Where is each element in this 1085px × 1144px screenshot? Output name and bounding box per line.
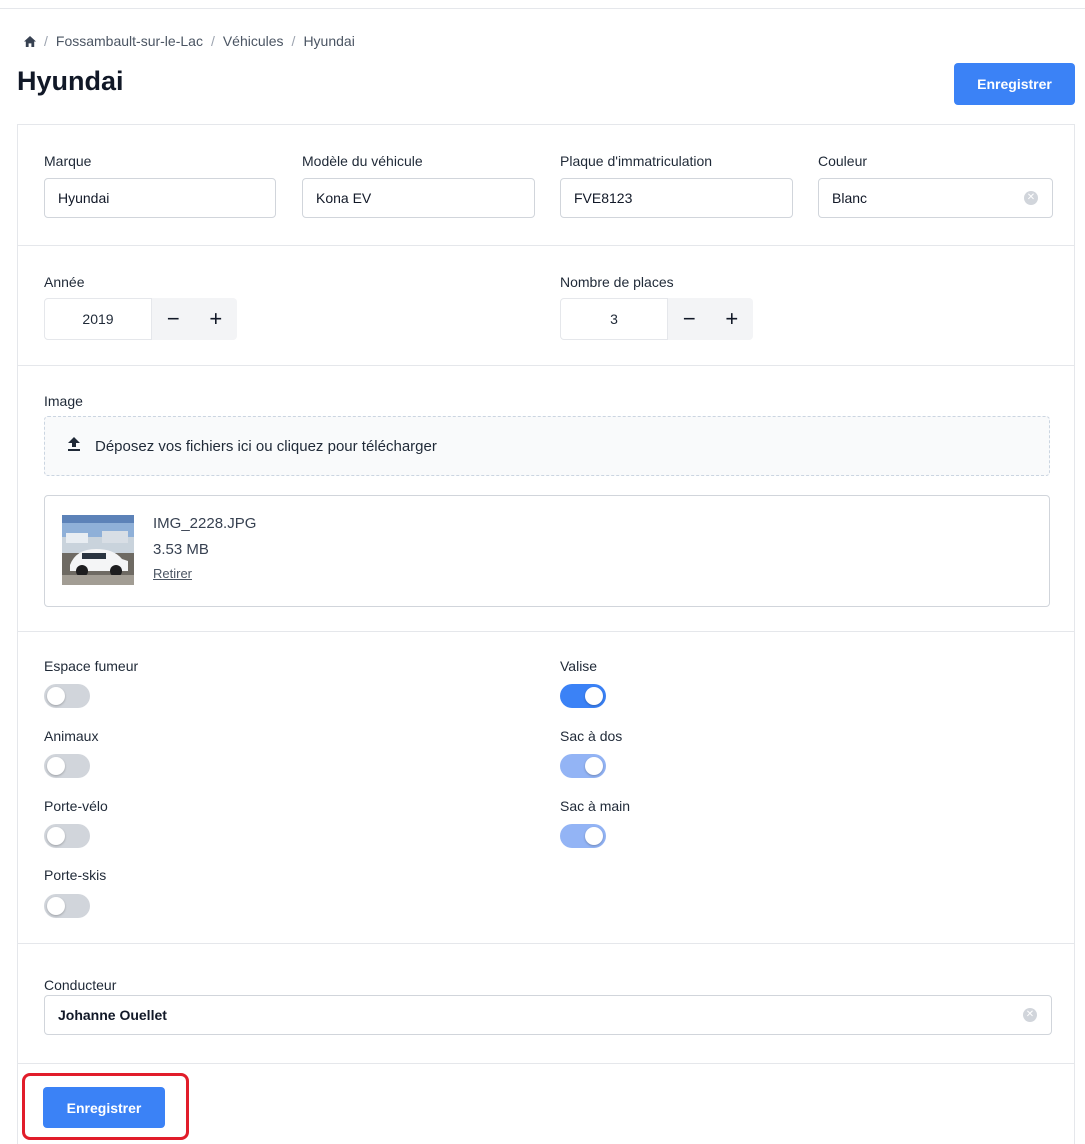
file-size: 3.53 MB: [153, 541, 209, 558]
brand-input[interactable]: Hyundai: [44, 178, 276, 218]
image-section: Image Déposez vos fichiers ici ou clique…: [18, 366, 1074, 632]
save-button-top[interactable]: Enregistrer: [954, 63, 1075, 105]
seats-label: Nombre de places: [560, 274, 674, 290]
plate-label: Plaque d'immatriculation: [560, 153, 713, 169]
suitcase-toggle[interactable]: [560, 684, 606, 708]
driver-section: Conducteur Johanne Ouellet ✕: [18, 944, 1074, 1064]
breadcrumb-separator: /: [44, 33, 48, 49]
dropzone-text: Déposez vos fichiers ici ou cliquez pour…: [95, 437, 437, 455]
breadcrumb-item-vehicles[interactable]: Véhicules: [223, 33, 284, 49]
year-seats-section: Année 2019 − + Nombre de places 3 − +: [18, 246, 1074, 366]
driver-select[interactable]: Johanne Ouellet ✕: [44, 995, 1052, 1035]
ski-rack-label: Porte-skis: [44, 867, 107, 883]
driver-select-value: Johanne Ouellet: [58, 1007, 167, 1023]
pets-label: Animaux: [44, 728, 99, 744]
model-label: Modèle du véhicule: [302, 153, 423, 169]
smoking-toggle[interactable]: [44, 684, 90, 708]
model-input[interactable]: Kona EV: [302, 178, 535, 218]
color-select[interactable]: Blanc ✕: [818, 178, 1053, 218]
home-icon[interactable]: [24, 35, 36, 47]
handbag-label: Sac à main: [560, 798, 631, 814]
vehicle-form-card: Marque Hyundai Modèle du véhicule Kona E…: [17, 124, 1075, 1144]
year-increment-button[interactable]: +: [209, 308, 222, 330]
seats-stepper: 3 − +: [560, 298, 753, 340]
remove-file-link[interactable]: Retirer: [153, 566, 192, 581]
color-label: Couleur: [818, 153, 868, 169]
image-label: Image: [44, 393, 83, 409]
save-button-bottom[interactable]: Enregistrer: [43, 1087, 165, 1128]
breadcrumb-separator: /: [210, 33, 215, 49]
year-decrement-button[interactable]: −: [167, 308, 180, 330]
year-stepper: 2019 − +: [44, 298, 237, 340]
upload-icon: [67, 436, 81, 456]
smoking-label: Espace fumeur: [44, 658, 139, 674]
breadcrumb-item-city[interactable]: Fossambault-sur-le-Lac: [56, 33, 203, 49]
file-name: IMG_2228.JPG: [153, 515, 257, 532]
seats-input[interactable]: 3: [560, 298, 668, 340]
breadcrumb-item-current: Hyundai: [303, 33, 355, 49]
year-label: Année: [44, 274, 85, 290]
file-dropzone[interactable]: Déposez vos fichiers ici ou cliquez pour…: [44, 416, 1050, 476]
breadcrumb: / Fossambault-sur-le-Lac / Véhicules / H…: [24, 33, 355, 49]
uploaded-file-item: IMG_2228.JPG 3.53 MB Retirer: [44, 495, 1050, 607]
seats-decrement-button[interactable]: −: [683, 308, 696, 330]
pets-toggle[interactable]: [44, 754, 90, 778]
clear-icon[interactable]: ✕: [1023, 1008, 1037, 1022]
breadcrumb-separator: /: [291, 33, 296, 49]
options-section: Espace fumeur Animaux Porte-vélo Porte-s…: [18, 632, 1074, 944]
top-divider: [0, 0, 1085, 9]
backpack-label: Sac à dos: [560, 728, 623, 744]
plate-input[interactable]: FVE8123: [560, 178, 793, 218]
year-input[interactable]: 2019: [44, 298, 152, 340]
page-title: Hyundai: [17, 66, 124, 96]
suitcase-label: Valise: [560, 658, 598, 674]
bike-rack-label: Porte-vélo: [44, 798, 108, 814]
seats-increment-button[interactable]: +: [725, 308, 738, 330]
handbag-toggle[interactable]: [560, 824, 606, 848]
file-thumbnail: [62, 515, 134, 585]
vehicle-identity-section: Marque Hyundai Modèle du véhicule Kona E…: [18, 125, 1074, 246]
backpack-toggle[interactable]: [560, 754, 606, 778]
color-select-value: Blanc: [832, 190, 868, 206]
bike-rack-toggle[interactable]: [44, 824, 90, 848]
brand-label: Marque: [44, 153, 92, 169]
clear-icon[interactable]: ✕: [1024, 191, 1038, 205]
driver-label: Conducteur: [44, 977, 117, 993]
ski-rack-toggle[interactable]: [44, 894, 90, 918]
